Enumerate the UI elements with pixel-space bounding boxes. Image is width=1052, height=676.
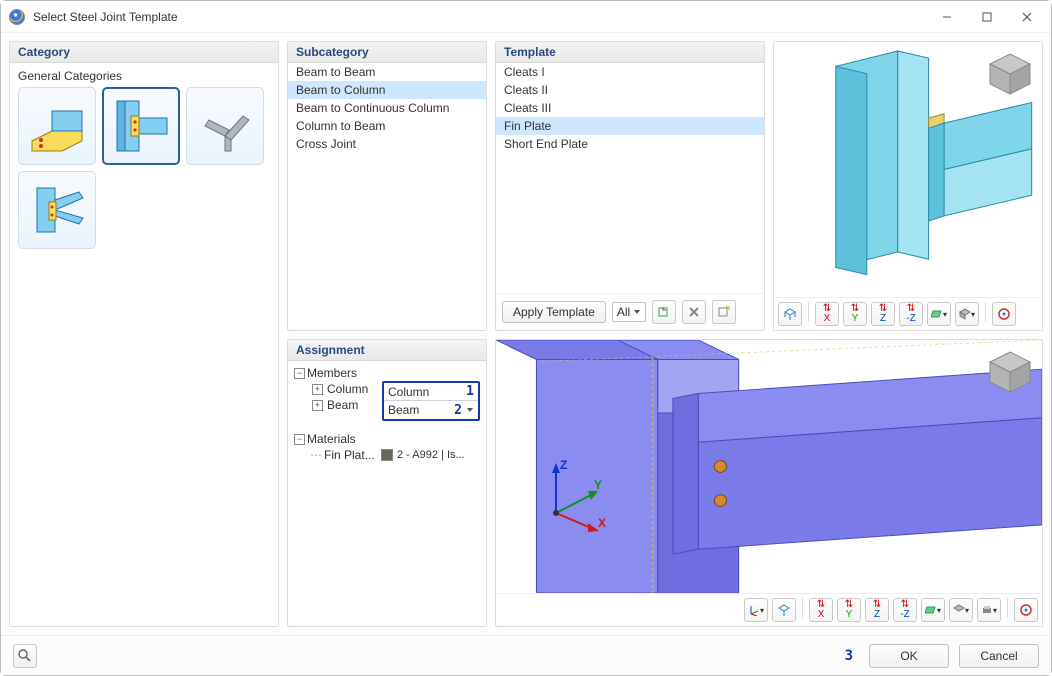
render-mode-dropdown[interactable]: ▾ bbox=[955, 302, 979, 326]
members-label: Members bbox=[307, 366, 357, 380]
svg-text:X: X bbox=[598, 516, 606, 530]
category-subheading: General Categories bbox=[18, 69, 270, 83]
template-preview-small: ⇅X ⇅Y ⇅Z ⇅-Z ▾ ▾ bbox=[773, 41, 1043, 331]
category-thumb-beam-beam[interactable] bbox=[18, 87, 96, 165]
view-mode-dropdown[interactable]: ▾ bbox=[921, 598, 945, 622]
list-item[interactable]: Beam to Beam bbox=[288, 63, 486, 81]
material-swatch-icon bbox=[381, 449, 393, 461]
reset-view-button[interactable] bbox=[992, 302, 1016, 326]
view-cube-icon[interactable] bbox=[986, 50, 1034, 98]
minimize-button[interactable] bbox=[927, 4, 967, 30]
chevron-down-icon bbox=[633, 308, 641, 316]
help-button[interactable] bbox=[13, 644, 37, 668]
preview-large-toolbar: ▾ ⇅X ⇅Y ⇅Z ⇅-Z ▾ ▾ ▾ bbox=[496, 593, 1042, 626]
category-header: Category bbox=[10, 42, 278, 63]
view-cube-icon[interactable] bbox=[986, 348, 1034, 396]
view-x-button[interactable]: ⇅X bbox=[809, 598, 833, 622]
template-header: Template bbox=[496, 42, 764, 63]
new-template-button[interactable] bbox=[712, 300, 736, 324]
pick-template-button[interactable] bbox=[652, 300, 676, 324]
preview-3d-large[interactable]: Z Y X bbox=[496, 340, 1042, 593]
subcategory-header: Subcategory bbox=[288, 42, 486, 63]
ok-button[interactable]: OK bbox=[869, 644, 949, 668]
expander-icon[interactable]: + bbox=[312, 384, 323, 395]
member-beam-input[interactable]: Beam 2 bbox=[384, 401, 478, 419]
category-thumb-cross[interactable] bbox=[18, 171, 96, 249]
subcategory-panel: Subcategory Beam to Beam Beam to Column … bbox=[287, 41, 487, 331]
view-z-button[interactable]: ⇅Z bbox=[865, 598, 889, 622]
list-item[interactable]: Cross Joint bbox=[288, 135, 486, 153]
template-filter-value: All bbox=[617, 305, 630, 319]
footer-step-number: 3 bbox=[845, 648, 853, 664]
member-row-label: Beam bbox=[327, 398, 358, 412]
category-panel: Category General Categories bbox=[9, 41, 279, 627]
model-preview-large: Z Y X ▾ ⇅X ⇅Y ⇅Z ⇅-Z ▾ bbox=[495, 339, 1043, 627]
chevron-down-icon bbox=[466, 406, 474, 414]
reset-view-button[interactable] bbox=[1014, 598, 1038, 622]
dialog-footer: 3 OK Cancel bbox=[1, 635, 1051, 675]
view-neg-z-button[interactable]: ⇅-Z bbox=[899, 302, 923, 326]
list-item[interactable]: Short End Plate bbox=[496, 135, 764, 153]
material-label: Fin Plat... bbox=[324, 448, 376, 462]
subcategory-list[interactable]: Beam to Beam Beam to Column Beam to Cont… bbox=[288, 63, 486, 330]
window-title: Select Steel Joint Template bbox=[33, 10, 927, 24]
list-item[interactable]: Cleats III bbox=[496, 99, 764, 117]
preview-3d-small[interactable] bbox=[774, 42, 1042, 297]
member-row-label: Column bbox=[327, 382, 368, 396]
list-item[interactable]: Cleats I bbox=[496, 63, 764, 81]
list-item[interactable]: Beam to Continuous Column bbox=[288, 99, 486, 117]
view-y-button[interactable]: ⇅Y bbox=[837, 598, 861, 622]
title-bar: Select Steel Joint Template bbox=[1, 1, 1051, 33]
close-button[interactable] bbox=[1007, 4, 1047, 30]
list-item[interactable]: Cleats II bbox=[496, 81, 764, 99]
template-panel: Template Cleats I Cleats II Cleats III F… bbox=[495, 41, 765, 331]
preview-small-toolbar: ⇅X ⇅Y ⇅Z ⇅-Z ▾ ▾ bbox=[774, 297, 1042, 330]
materials-label: Materials bbox=[307, 432, 356, 446]
view-mode-dropdown[interactable]: ▾ bbox=[927, 302, 951, 326]
svg-text:Y: Y bbox=[594, 478, 602, 492]
view-z-button[interactable]: ⇅Z bbox=[871, 302, 895, 326]
coordinate-triad-icon: Z Y X bbox=[536, 453, 616, 533]
assignment-header: Assignment bbox=[288, 340, 486, 361]
render-mode-dropdown[interactable]: ▾ bbox=[949, 598, 973, 622]
view-y-button[interactable]: ⇅Y bbox=[843, 302, 867, 326]
template-filter-dropdown[interactable]: All bbox=[612, 302, 646, 322]
cancel-button[interactable]: Cancel bbox=[959, 644, 1039, 668]
member-column-input[interactable]: Column 1 bbox=[384, 383, 478, 401]
material-value-dropdown[interactable]: 2 - A992 | Is... bbox=[378, 448, 468, 462]
isometric-view-button[interactable] bbox=[778, 302, 802, 326]
view-neg-z-button[interactable]: ⇅-Z bbox=[893, 598, 917, 622]
expander-icon[interactable]: + bbox=[312, 400, 323, 411]
coord-system-dropdown[interactable]: ▾ bbox=[744, 598, 768, 622]
maximize-button[interactable] bbox=[967, 4, 1007, 30]
delete-template-button[interactable] bbox=[682, 300, 706, 324]
list-item[interactable]: Beam to Column bbox=[288, 81, 486, 99]
category-thumb-continuous[interactable] bbox=[186, 87, 264, 165]
expander-icon[interactable]: − bbox=[294, 368, 305, 379]
category-thumb-beam-column[interactable] bbox=[102, 87, 180, 165]
isometric-view-button[interactable] bbox=[772, 598, 796, 622]
svg-text:Z: Z bbox=[560, 458, 567, 472]
list-item[interactable]: Column to Beam bbox=[288, 117, 486, 135]
app-icon bbox=[9, 9, 25, 25]
apply-template-button[interactable]: Apply Template bbox=[502, 301, 606, 323]
template-list[interactable]: Cleats I Cleats II Cleats III Fin Plate … bbox=[496, 63, 764, 293]
expander-icon[interactable]: − bbox=[294, 434, 305, 445]
view-x-button[interactable]: ⇅X bbox=[815, 302, 839, 326]
assignment-panel: Assignment − Members + Column + Beam bbox=[287, 339, 487, 627]
print-dropdown[interactable]: ▾ bbox=[977, 598, 1001, 622]
list-item[interactable]: Fin Plate bbox=[496, 117, 764, 135]
